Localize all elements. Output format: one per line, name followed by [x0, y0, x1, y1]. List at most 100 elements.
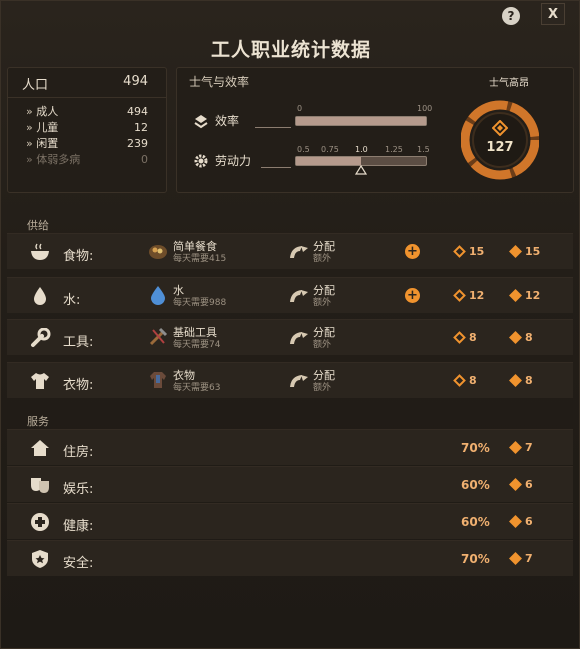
- meal-icon: [149, 245, 167, 259]
- service-row-safety: 安全: 70% 7: [7, 540, 573, 576]
- service-row-entertainment: 娱乐: 60% 6: [7, 466, 573, 502]
- diamond-filled-icon: [509, 477, 522, 491]
- supply-label: 食物:: [63, 249, 94, 264]
- population-row-adults: 成人 494: [8, 102, 166, 119]
- add-button[interactable]: +: [405, 288, 420, 303]
- labor-label-text: 劳动力: [215, 154, 252, 168]
- population-box: 人口 494 成人 494 儿童 12 闲置 239 体弱多病 0: [7, 67, 167, 193]
- supply-section-label: 供给: [27, 219, 49, 232]
- efficiency-label-text: 效率: [215, 114, 240, 128]
- diamond-outline-icon: [453, 330, 466, 344]
- service-percent: 60%: [461, 515, 490, 529]
- labor-tick: 0.75: [321, 145, 339, 154]
- service-value: 7: [509, 551, 533, 565]
- service-percent: 70%: [461, 552, 490, 566]
- population-row-label: 体弱多病: [26, 151, 80, 167]
- supply-label: 水:: [63, 293, 81, 308]
- distribution-icon[interactable]: [287, 242, 311, 262]
- supply-value-text: 8: [525, 374, 533, 387]
- population-row-label: 儿童: [26, 119, 58, 135]
- labor-tick: 1.25: [385, 145, 403, 154]
- supply-label: 工具:: [63, 335, 94, 350]
- service-value: 7: [509, 440, 533, 454]
- supply-value-text: 8: [469, 331, 477, 344]
- supply-value-text: 15: [525, 245, 541, 258]
- distribution-sub: 额外: [313, 383, 332, 393]
- distribution-sub: 额外: [313, 340, 332, 350]
- service-label: 安全:: [63, 556, 94, 571]
- efficiency-bar: [295, 116, 427, 126]
- worker-stats-panel: ? X 工人职业统计数据 人口 494 成人 494 儿童 12 闲置 239 …: [0, 0, 580, 649]
- service-row-housing: 住房: 70% 7: [7, 429, 573, 465]
- morale-icon: [492, 120, 508, 136]
- population-row-label: 成人: [26, 103, 58, 119]
- labor-label: 劳动力: [193, 152, 251, 169]
- clothing-icon: [150, 372, 166, 388]
- supply-value-text: 12: [469, 289, 485, 302]
- population-row-idle: 闲置 239: [8, 134, 166, 151]
- service-value: 6: [509, 514, 533, 528]
- supply-value-text: 15: [469, 245, 485, 258]
- efficiency-connector: [255, 112, 291, 128]
- supply-value-current: 12: [453, 288, 485, 302]
- health-icon: [31, 513, 49, 531]
- masks-icon: [31, 478, 49, 493]
- labor-bar-fill: [296, 157, 361, 165]
- population-total: 494: [123, 74, 148, 89]
- service-value-text: 6: [525, 478, 533, 491]
- supply-row-food: 食物: 简单餐食 每天需要415 分配 额外 + 15 15: [7, 233, 573, 269]
- supply-value-max: 15: [509, 244, 541, 258]
- service-percent: 70%: [461, 441, 490, 455]
- supply-item-requirement: 每天需要415: [173, 254, 227, 264]
- water-drop-icon: [34, 287, 46, 305]
- diamond-filled-icon: [509, 440, 522, 454]
- help-button[interactable]: ?: [502, 7, 520, 25]
- labor-marker-icon: [355, 165, 367, 175]
- bowl-icon: [31, 243, 49, 260]
- population-row-value: 12: [134, 120, 148, 134]
- supply-row-tools: 工具: 基础工具 每天需要74 分配 额外 8 8: [7, 319, 573, 355]
- diamond-outline-icon: [453, 288, 466, 302]
- distribution-icon[interactable]: [287, 328, 311, 348]
- efficiency-label: 效率: [193, 112, 239, 129]
- population-row-label: 闲置: [26, 135, 58, 151]
- diamond-outline-icon: [453, 244, 466, 258]
- efficiency-bar-fill: [296, 117, 426, 125]
- supply-value-current: 15: [453, 244, 485, 258]
- diamond-filled-icon: [509, 514, 522, 528]
- morale-box: 士气与效率 士气高昂 效率 0 100 劳动力 0.5 0.75 1.0 1.2…: [176, 67, 574, 193]
- distribution-sub: 额外: [313, 298, 332, 308]
- page-title: 工人职业统计数据: [210, 39, 371, 61]
- morale-gauge: 127: [460, 90, 540, 182]
- services-section-label: 服务: [27, 415, 49, 428]
- distribution-icon[interactable]: [287, 371, 311, 391]
- diamond-filled-icon: [509, 373, 522, 387]
- house-icon: [31, 440, 49, 456]
- service-label: 健康:: [63, 519, 94, 534]
- labor-tick: 1.5: [417, 145, 430, 154]
- service-value: 6: [509, 477, 533, 491]
- efficiency-tick-max: 100: [417, 104, 433, 113]
- morale-state-label: 士气高昂: [489, 78, 529, 89]
- service-label: 娱乐:: [63, 482, 94, 497]
- labor-tick: 1.0: [355, 145, 368, 154]
- diamond-filled-icon: [509, 244, 522, 258]
- population-label: 人口: [22, 78, 49, 93]
- population-row-children: 儿童 12: [8, 118, 166, 135]
- population-row-sick: 体弱多病 0: [8, 150, 166, 167]
- supply-value-max: 8: [509, 373, 533, 387]
- badge-icon: [32, 550, 48, 568]
- efficiency-icon: [194, 114, 208, 128]
- diamond-outline-icon: [453, 373, 466, 387]
- supply-value-max: 12: [509, 288, 540, 302]
- distribution-sub: 额外: [313, 254, 332, 264]
- distribution-icon[interactable]: [287, 286, 311, 306]
- service-value-text: 6: [525, 515, 533, 528]
- supply-item-requirement: 每天需要63: [173, 383, 221, 393]
- supply-value-text: 8: [469, 374, 477, 387]
- morale-gauge-value: 127: [486, 140, 514, 155]
- diamond-filled-icon: [509, 288, 522, 302]
- supply-row-clothing: 衣物: 衣物 每天需要63 分配 额外 8 8: [7, 362, 573, 398]
- add-button[interactable]: +: [405, 244, 420, 259]
- close-button[interactable]: X: [541, 3, 565, 25]
